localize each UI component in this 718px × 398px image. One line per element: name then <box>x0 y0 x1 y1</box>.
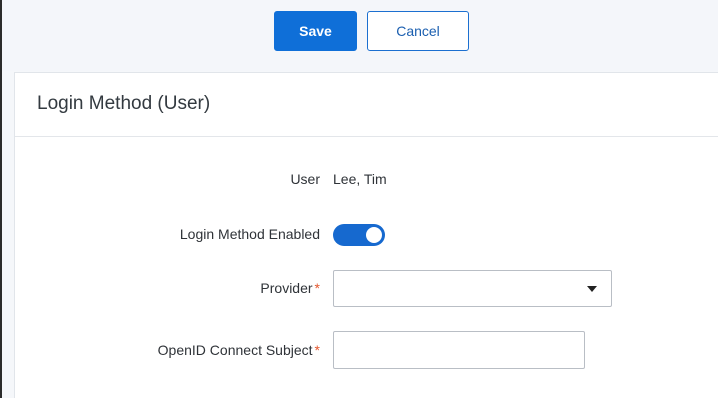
save-button[interactable]: Save <box>274 11 357 51</box>
user-value: Lee, Tim <box>333 171 387 187</box>
toolbar: Save Cancel <box>2 0 718 71</box>
login-method-panel: Login Method (User) User Lee, Tim Login … <box>14 72 718 398</box>
subject-label-text: OpenID Connect Subject <box>157 342 313 358</box>
openid-connect-subject-input[interactable] <box>333 331 585 369</box>
toggle-knob <box>366 227 382 243</box>
required-mark: * <box>314 280 320 296</box>
page: Save Cancel Login Method (User) User Lee… <box>0 0 718 398</box>
cancel-button[interactable]: Cancel <box>367 11 469 51</box>
panel-header: Login Method (User) <box>15 73 718 137</box>
login-method-enabled-toggle[interactable] <box>333 224 385 246</box>
provider-select[interactable] <box>333 270 612 307</box>
provider-label-text: Provider <box>260 280 313 296</box>
enabled-label: Login Method Enabled <box>179 226 320 242</box>
chevron-down-icon <box>587 286 597 292</box>
provider-label: Provider * <box>260 280 320 296</box>
required-mark: * <box>314 342 320 358</box>
user-label: User <box>290 171 320 187</box>
panel-title: Login Method (User) <box>37 93 211 114</box>
subject-label: OpenID Connect Subject * <box>158 342 320 358</box>
